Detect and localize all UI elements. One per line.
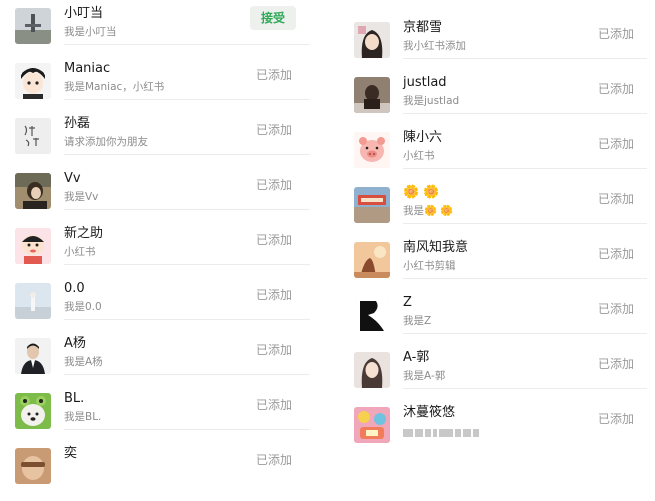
avatar-cartoon-kid (15, 228, 51, 264)
request-message: 我是Maniac，小红书 (64, 81, 165, 93)
avatar-photo-sky (15, 283, 51, 319)
row-divider (403, 223, 647, 224)
added-status-label: 已添加 (598, 357, 635, 371)
row-divider (64, 154, 310, 155)
added-status-label: 已添加 (256, 123, 293, 137)
request-message: 我是0.0 (64, 301, 102, 313)
friend-request-row[interactable]: 南风知我意小红书剪辑 已添加 (340, 240, 655, 295)
avatar-photo-sunset (354, 242, 390, 278)
friend-request-row[interactable]: BL. 我是BL. 已添加 (0, 391, 320, 446)
row-divider (64, 429, 310, 430)
added-status-label: 已添加 (256, 343, 293, 357)
avatar-photo-man (15, 338, 51, 374)
contact-name: 京都雪 (403, 20, 443, 35)
contact-name: A-郭 (403, 350, 430, 365)
request-message: 小红书剪辑 (403, 260, 456, 272)
row-divider (64, 99, 310, 100)
accept-button[interactable]: 接受 (250, 6, 296, 30)
added-status-label: 已添加 (256, 288, 293, 302)
row-divider (403, 113, 647, 114)
row-divider (64, 319, 310, 320)
avatar-photo-dark (354, 77, 390, 113)
friend-request-row[interactable]: 0.0 我是0.0 已添加 (0, 281, 320, 336)
request-message: 我是小叮当 (64, 26, 117, 38)
request-message: 我是A-郭 (403, 370, 446, 382)
contact-name: Z (403, 295, 412, 310)
friend-request-row[interactable]: 🌼 🌼 我是🌼 🌼 已添加 (340, 185, 655, 240)
contact-name: 新之助 (64, 226, 104, 241)
contact-name: BL. (64, 391, 85, 406)
avatar-photo-face (15, 448, 51, 484)
contact-name: 奕 (64, 446, 78, 461)
avatar-cartoon-pig (354, 132, 390, 168)
contact-name: 南风知我意 (403, 240, 469, 255)
added-status-label: 已添加 (598, 412, 635, 426)
row-divider (403, 388, 647, 389)
added-status-label: 已添加 (256, 398, 293, 412)
added-status-label: 已添加 (598, 302, 635, 316)
row-divider (64, 44, 310, 45)
request-message: 请求添加你为朋友 (64, 136, 148, 148)
request-message: 我是🌼 🌼 (403, 205, 454, 217)
row-divider (64, 209, 310, 210)
friend-request-row[interactable]: justlad 我是justlad 已添加 (340, 75, 655, 130)
friend-request-row[interactable]: 小叮当我是小叮当 接受 (0, 6, 320, 61)
contact-name: Maniac (64, 61, 111, 76)
avatar-photo-street (354, 187, 390, 223)
friend-request-row[interactable]: 陳小六小红书 已添加 (340, 130, 655, 185)
avatar-dog-frog-hat (15, 393, 51, 429)
friend-request-row[interactable]: 新之助小红书 已添加 (0, 226, 320, 281)
avatar-photo-woman (354, 352, 390, 388)
friend-request-row[interactable]: Vv 我是Vv 已添加 (0, 171, 320, 226)
avatar-calligraphy (15, 118, 51, 154)
contact-name: 0.0 (64, 281, 85, 296)
added-status-label: 已添加 (598, 247, 635, 261)
request-message: 小红书 (64, 246, 96, 258)
contact-name: justlad (403, 75, 447, 90)
request-message: 我是Z (403, 315, 432, 327)
request-message: 我是BL. (64, 411, 102, 423)
row-divider (64, 264, 310, 265)
contact-name: 小叮当 (64, 6, 104, 21)
row-divider (403, 278, 647, 279)
request-message: 我是justlad (403, 95, 460, 107)
added-status-label: 已添加 (256, 68, 293, 82)
friend-request-row[interactable]: Maniac 我是Maniac，小红书 已添加 (0, 61, 320, 116)
avatar-photo-girl (15, 173, 51, 209)
row-divider (403, 333, 647, 334)
contact-name: 🌼 🌼 (403, 185, 440, 200)
friend-request-row[interactable]: 奕 已添加 (0, 446, 320, 501)
contact-name: A杨 (64, 336, 86, 351)
avatar-black-shape (354, 297, 390, 333)
request-message: 小红书 (403, 150, 435, 162)
added-status-label: 已添加 (598, 192, 635, 206)
avatar-photo-tower (15, 8, 51, 44)
contact-name: 陳小六 (403, 130, 443, 145)
row-divider (64, 374, 310, 375)
obscured-message (403, 429, 479, 437)
contact-name: 孙磊 (64, 116, 91, 131)
avatar-anime-boy (15, 63, 51, 99)
added-status-label: 已添加 (598, 82, 635, 96)
contact-name: 沐蔓筱悠 (403, 405, 456, 420)
request-message: 我是A杨 (64, 356, 103, 368)
request-message: 我是Vv (64, 191, 99, 203)
friend-request-row[interactable]: Z 我是Z 已添加 (340, 295, 655, 350)
added-status-label: 已添加 (256, 178, 293, 192)
added-status-label: 已添加 (256, 233, 293, 247)
added-status-label: 已添加 (256, 453, 293, 467)
added-status-label: 已添加 (598, 27, 635, 41)
friend-request-row[interactable]: 京都雪我小红书添加 已添加 (340, 20, 655, 75)
friend-request-row[interactable]: A-郭我是A-郭 已添加 (340, 350, 655, 405)
friend-request-row[interactable]: A杨我是A杨 已添加 (0, 336, 320, 391)
friend-request-row[interactable]: 孙磊请求添加你为朋友 已添加 (0, 116, 320, 171)
request-message: 我小红书添加 (403, 40, 466, 52)
avatar-photo-portrait (354, 22, 390, 58)
row-divider (403, 168, 647, 169)
added-status-label: 已添加 (598, 137, 635, 151)
contact-name: Vv (64, 171, 81, 186)
avatar-colorful-art (354, 407, 390, 443)
friend-request-row[interactable]: 沐蔓筱悠 已添加 (340, 405, 655, 460)
row-divider (403, 58, 647, 59)
